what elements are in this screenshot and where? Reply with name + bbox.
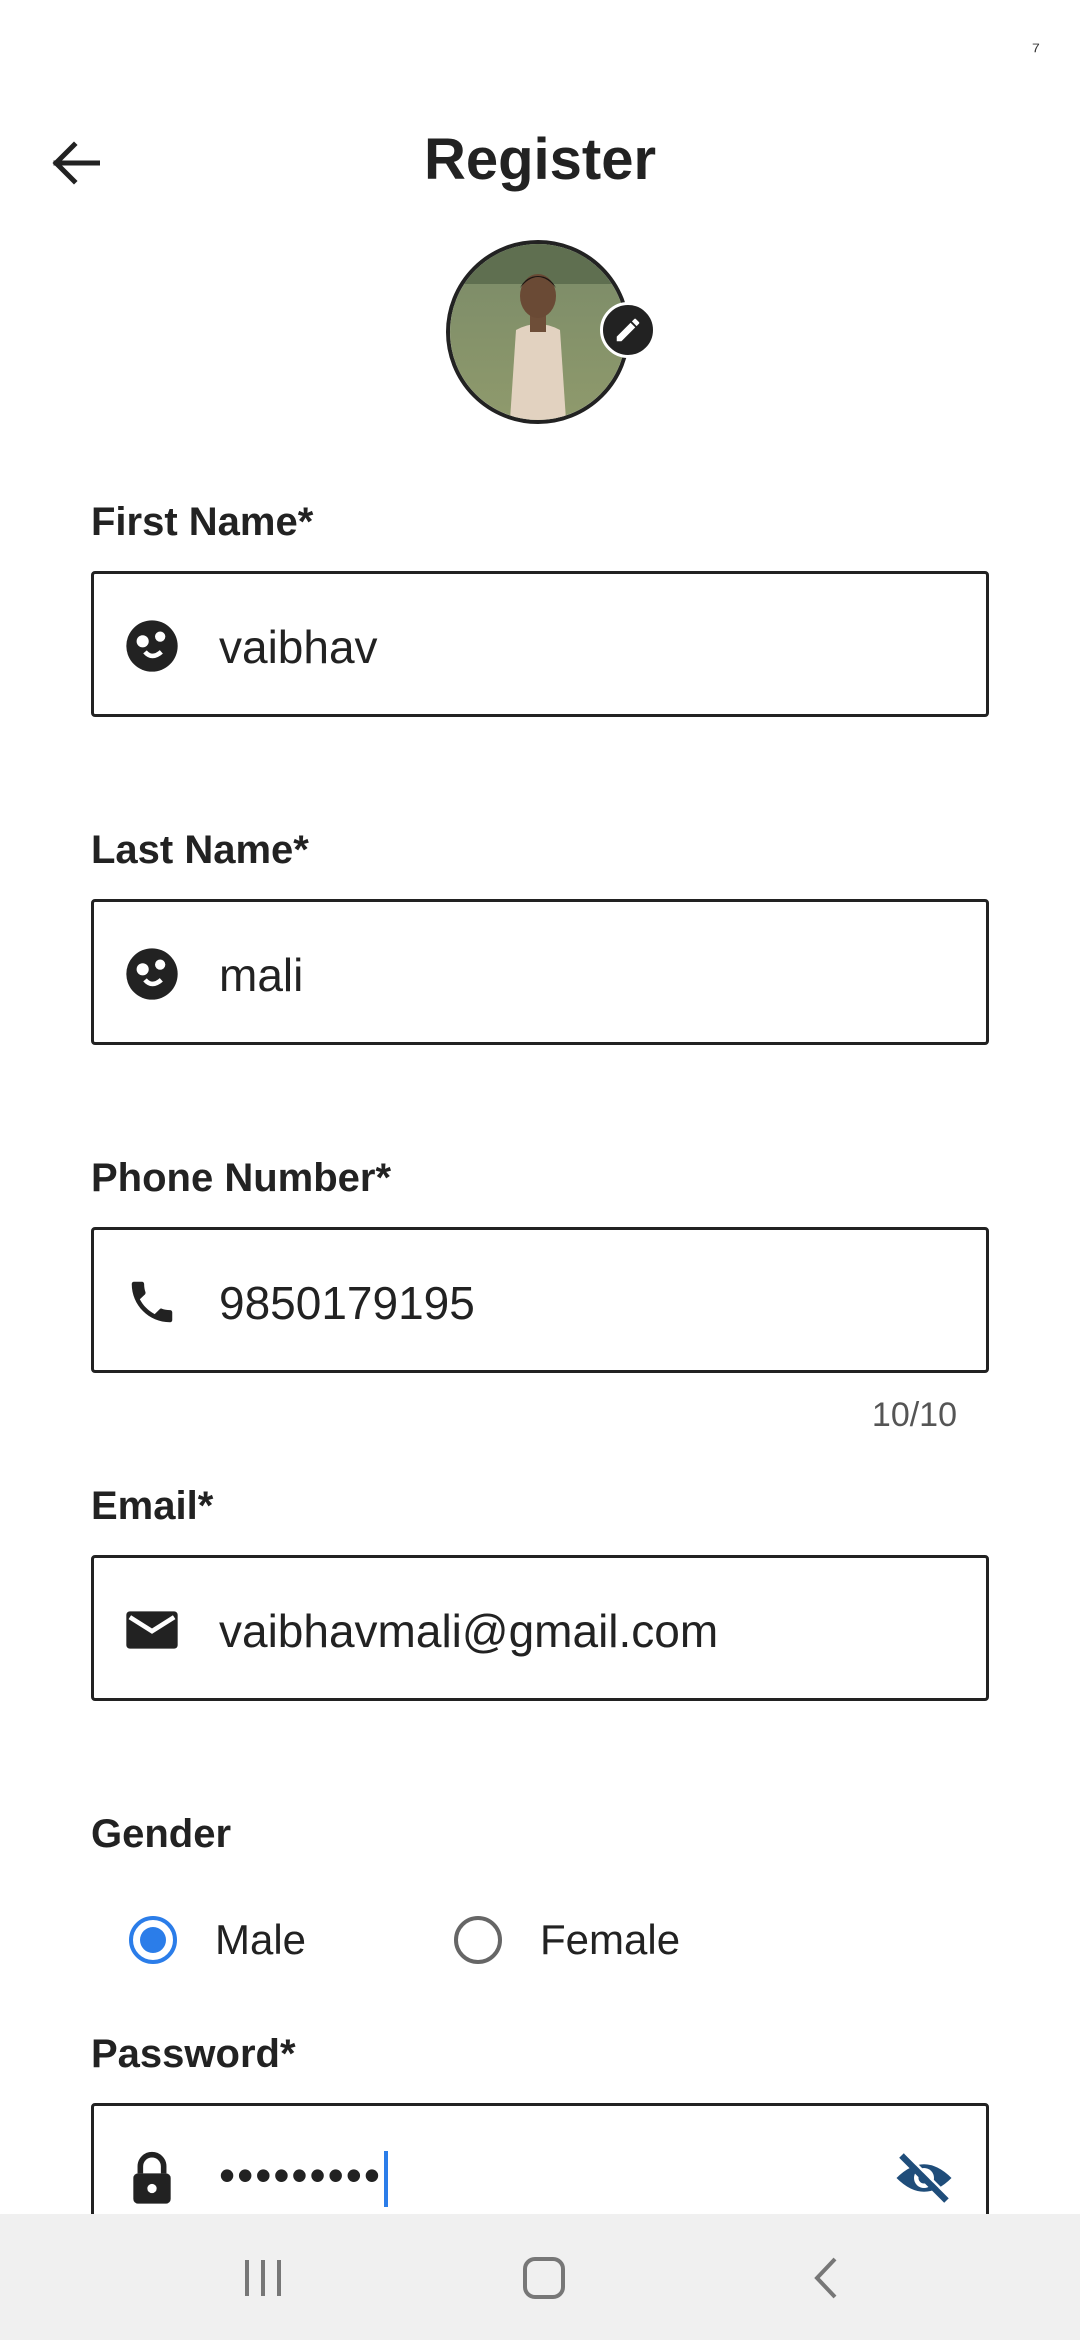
text-cursor xyxy=(383,2150,388,2207)
email-value: vaibhavmali@gmail.com xyxy=(219,1605,719,1657)
avatar-container[interactable] xyxy=(446,240,656,430)
edit-photo-button[interactable] xyxy=(600,302,656,358)
phone-value: 9850179195 xyxy=(219,1277,475,1329)
email-label: Email* xyxy=(91,1484,214,1528)
lock-icon xyxy=(133,2151,171,2204)
page-title: Register xyxy=(423,127,657,192)
face-icon xyxy=(126,620,178,672)
home-button[interactable] xyxy=(504,2248,584,2308)
phone-field[interactable]: 9850179195 xyxy=(91,1227,989,1373)
radio-unselected-icon[interactable] xyxy=(454,1916,502,1964)
gender-male-label: Male xyxy=(215,1916,307,1963)
password-label: Password* xyxy=(91,2032,296,2076)
gender-option-female[interactable]: Female xyxy=(454,1910,680,1970)
first-name-value: vaibhav xyxy=(219,621,378,673)
password-value: ••••••••• xyxy=(219,2148,388,2207)
phone-icon xyxy=(131,1281,173,1323)
radio-selected-icon[interactable] xyxy=(129,1916,177,1964)
pencil-icon xyxy=(616,318,640,342)
last-name-value: mali xyxy=(219,949,304,1001)
gender-label: Gender xyxy=(91,1812,232,1856)
home-icon xyxy=(523,2257,565,2299)
status-bar: ⁷ xyxy=(0,0,1080,90)
phone-character-counter: 10/10 xyxy=(871,1396,957,1434)
first-name-field[interactable]: vaibhav xyxy=(91,571,989,717)
face-icon xyxy=(126,948,178,1000)
password-visibility-toggle[interactable] xyxy=(892,2150,956,2206)
system-navigation-bar xyxy=(0,2214,1080,2340)
email-field[interactable]: vaibhavmali@gmail.com xyxy=(91,1555,989,1701)
recent-apps-icon xyxy=(245,2260,281,2296)
last-name-field[interactable]: mali xyxy=(91,899,989,1045)
back-icon xyxy=(814,2257,837,2299)
mail-icon xyxy=(126,1611,178,1649)
system-back-button[interactable] xyxy=(786,2248,866,2308)
recent-apps-button[interactable] xyxy=(223,2248,303,2308)
first-name-label: First Name* xyxy=(91,500,314,544)
header: Register xyxy=(0,110,1080,210)
phone-label: Phone Number* xyxy=(91,1156,392,1200)
status-indicator: ⁷ xyxy=(1032,38,1040,63)
eye-off-icon xyxy=(896,2153,952,2203)
gender-female-label: Female xyxy=(540,1916,681,1963)
gender-option-male[interactable]: Male xyxy=(129,1910,306,1970)
last-name-label: Last Name* xyxy=(91,828,309,872)
